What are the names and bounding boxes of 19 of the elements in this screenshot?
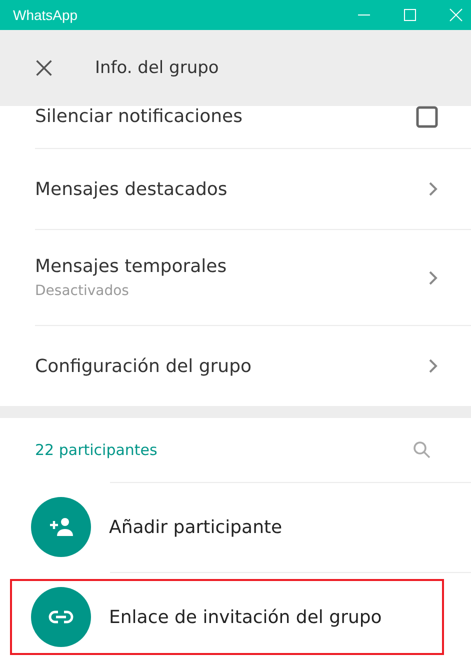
search-icon[interactable]	[413, 441, 431, 459]
action-item[interactable]: Enlace de invitación del grupo	[10, 579, 444, 655]
setting-label[interactable]: Silenciar notificaciones	[35, 106, 242, 127]
chevron-right-icon	[428, 181, 438, 197]
chevron-right-icon	[428, 270, 438, 286]
checkbox[interactable]	[416, 106, 438, 128]
action-item[interactable]: Añadir participante	[10, 489, 444, 565]
maximize-icon[interactable]	[403, 8, 417, 22]
link-icon	[48, 610, 74, 624]
add-person-icon	[48, 517, 74, 537]
setting-label[interactable]: Mensajes destacados	[35, 178, 228, 200]
participant-count: 22 participantes	[35, 441, 158, 459]
setting-status: Desactivados	[35, 283, 130, 299]
setting-label[interactable]: Configuración del grupo	[35, 356, 252, 376]
window-title: WhatsApp	[13, 7, 78, 23]
panel-title: Info. del grupo	[95, 58, 219, 78]
chevron-right-icon	[428, 358, 438, 374]
setting-label[interactable]: Mensajes temporales	[35, 256, 227, 277]
close-icon[interactable]	[35, 59, 53, 77]
